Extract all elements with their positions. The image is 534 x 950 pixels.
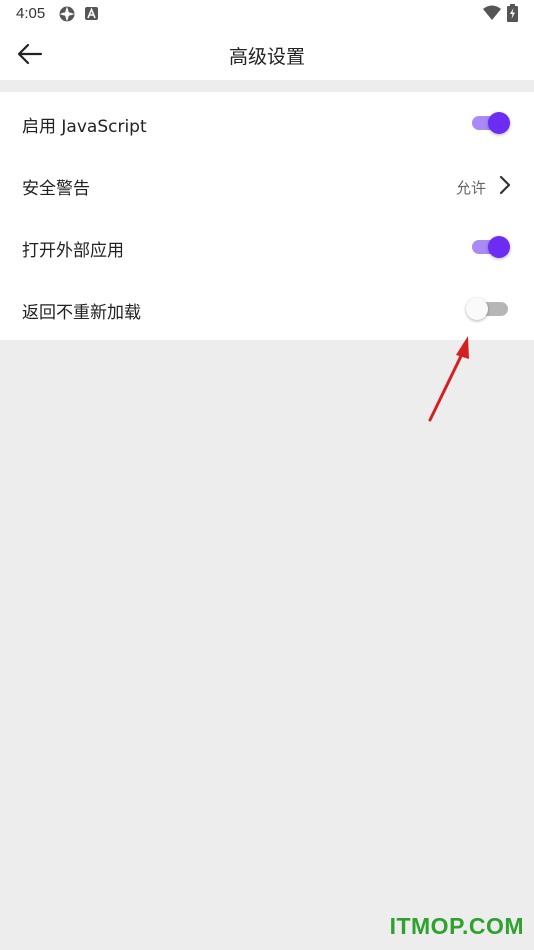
status-bar: 4:05 — [0, 0, 534, 28]
battery-charging-icon — [507, 4, 518, 22]
setting-open-external-apps[interactable]: 打开外部应用 — [0, 216, 534, 278]
toggle-thumb — [488, 112, 510, 134]
setting-label: 返回不重新加载 — [22, 303, 141, 323]
setting-security-warning[interactable]: 安全警告 允许 — [0, 154, 534, 216]
app-bar: 高级设置 — [0, 28, 534, 80]
status-time: 4:05 — [16, 5, 46, 22]
toggle-thumb — [488, 236, 510, 258]
watermark: ITMOP.COM — [389, 913, 524, 939]
setting-value: 允许 — [455, 179, 486, 197]
no-reload-on-back-toggle[interactable] — [466, 298, 508, 320]
section-divider — [0, 80, 534, 92]
wifi-icon — [483, 5, 501, 20]
text-a-icon — [85, 7, 98, 20]
open-external-apps-toggle[interactable] — [472, 236, 510, 258]
settings-gear-icon — [59, 6, 75, 22]
enable-javascript-toggle[interactable] — [472, 112, 510, 134]
settings-list: 启用 JavaScript 安全警告 允许 打开外部应用 返回不重新加载 — [0, 92, 534, 340]
setting-label: 安全警告 — [22, 179, 90, 199]
toggle-thumb — [466, 298, 488, 320]
setting-label: 打开外部应用 — [22, 241, 124, 261]
chevron-right-icon — [499, 175, 511, 195]
setting-enable-javascript[interactable]: 启用 JavaScript — [0, 92, 534, 154]
red-arrow-icon — [428, 336, 469, 422]
page-title: 高级设置 — [228, 46, 305, 68]
setting-label: 启用 JavaScript — [22, 117, 147, 137]
